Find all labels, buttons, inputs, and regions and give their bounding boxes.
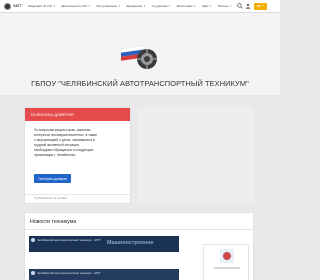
divider xyxy=(25,229,253,230)
nav-item-label: Документы xyxy=(126,4,143,8)
nav-item-students[interactable]: Студентам ▼ xyxy=(149,0,174,13)
emblem-icon xyxy=(120,45,157,69)
hotline-card: ТЕЛЕФОНЫ ДОВЕРИЯ По вопросам защиты прав… xyxy=(24,107,131,204)
nav-item-applicants[interactable]: Поступающим ▼ xyxy=(93,0,123,13)
chevron-down-icon: ▼ xyxy=(52,4,56,8)
news-item[interactable]: Челябинский автотранспортный техникум - … xyxy=(29,236,179,252)
nav-item-activity[interactable]: Деятельность ОО ▼ xyxy=(58,0,93,13)
news-heading: Машиностроение xyxy=(107,240,154,246)
news-source: Челябинский автотранспортный техникум - … xyxy=(37,238,101,242)
news-item[interactable]: Челябинский автотранспортный техникум - … xyxy=(29,269,179,280)
chevron-down-icon: ▼ xyxy=(229,4,232,8)
nav-item-documents[interactable]: Документы ▼ xyxy=(123,0,148,13)
site-header: ГБПОУ "ЧЕЛЯБИНСКИЙ АВТОТРАНСПОРТНЫЙ ТЕХН… xyxy=(0,13,280,95)
brand-label: ЧАТТ xyxy=(13,4,22,8)
user-icon[interactable] xyxy=(245,3,251,9)
language-label: RU xyxy=(256,4,262,8)
news-section: Новости техникума Челябинский автотрансп… xyxy=(24,212,254,280)
chevron-down-icon: ▼ xyxy=(117,4,121,8)
avatar xyxy=(31,271,35,275)
publish-date: Опубликовано: 01.12.2023 xyxy=(25,194,130,200)
hotline-button[interactable]: Телефоны доверия xyxy=(34,174,71,183)
nav-item-other[interactable]: Прочее ▼ xyxy=(215,0,235,13)
illustration-icon xyxy=(214,249,240,269)
nav-item-label: Деятельность ОО xyxy=(61,4,87,8)
nav-item-info[interactable]: Сведения об ОО ▼ xyxy=(25,0,59,13)
nav-item-label: Прочее xyxy=(217,4,229,8)
avatar xyxy=(31,238,35,242)
hotline-text: По вопросам защиты прав, законных интере… xyxy=(25,121,130,158)
chevron-down-icon: ▼ xyxy=(193,4,196,8)
chevron-down-icon: ▼ xyxy=(87,4,91,8)
top-navbar: ЧАТТ Сведения об ОО ▼ Деятельность ОО ▼ По… xyxy=(0,0,280,13)
brand-link[interactable]: ЧАТТ xyxy=(0,0,25,13)
content-panel xyxy=(137,107,254,204)
chevron-down-icon: ▼ xyxy=(262,5,265,7)
nav-item-label: Магистрам xyxy=(176,4,193,8)
chevron-down-icon: ▼ xyxy=(209,4,212,8)
language-button[interactable]: RU ▼ xyxy=(253,2,268,10)
nav-item-label: СДО xyxy=(201,4,209,8)
logo-icon xyxy=(4,2,11,10)
hotline-text-line: организации г. Челябинска: xyxy=(34,153,76,157)
nav-item-label: Студентам xyxy=(151,4,168,8)
chevron-down-icon: ▼ xyxy=(168,4,171,8)
nav-item-label: Поступающим xyxy=(96,4,117,8)
side-card[interactable] xyxy=(203,244,249,280)
news-source: Челябинский автотранспортный техникум - … xyxy=(37,271,101,275)
news-title: Новости техникума xyxy=(30,219,77,225)
chevron-down-icon: ▼ xyxy=(143,4,146,8)
nav-item-sdo[interactable]: СДО ▼ xyxy=(199,0,215,13)
search-icon[interactable] xyxy=(237,3,243,9)
nav-item-masters[interactable]: Магистрам ▼ xyxy=(174,0,199,13)
nav-item-label: Сведения об ОО xyxy=(27,4,52,8)
hotline-header: ТЕЛЕФОНЫ ДОВЕРИЯ xyxy=(25,108,130,121)
page-title: ГБПОУ "ЧЕЛЯБИНСКИЙ АВТОТРАНСПОРТНЫЙ ТЕХН… xyxy=(31,79,249,88)
